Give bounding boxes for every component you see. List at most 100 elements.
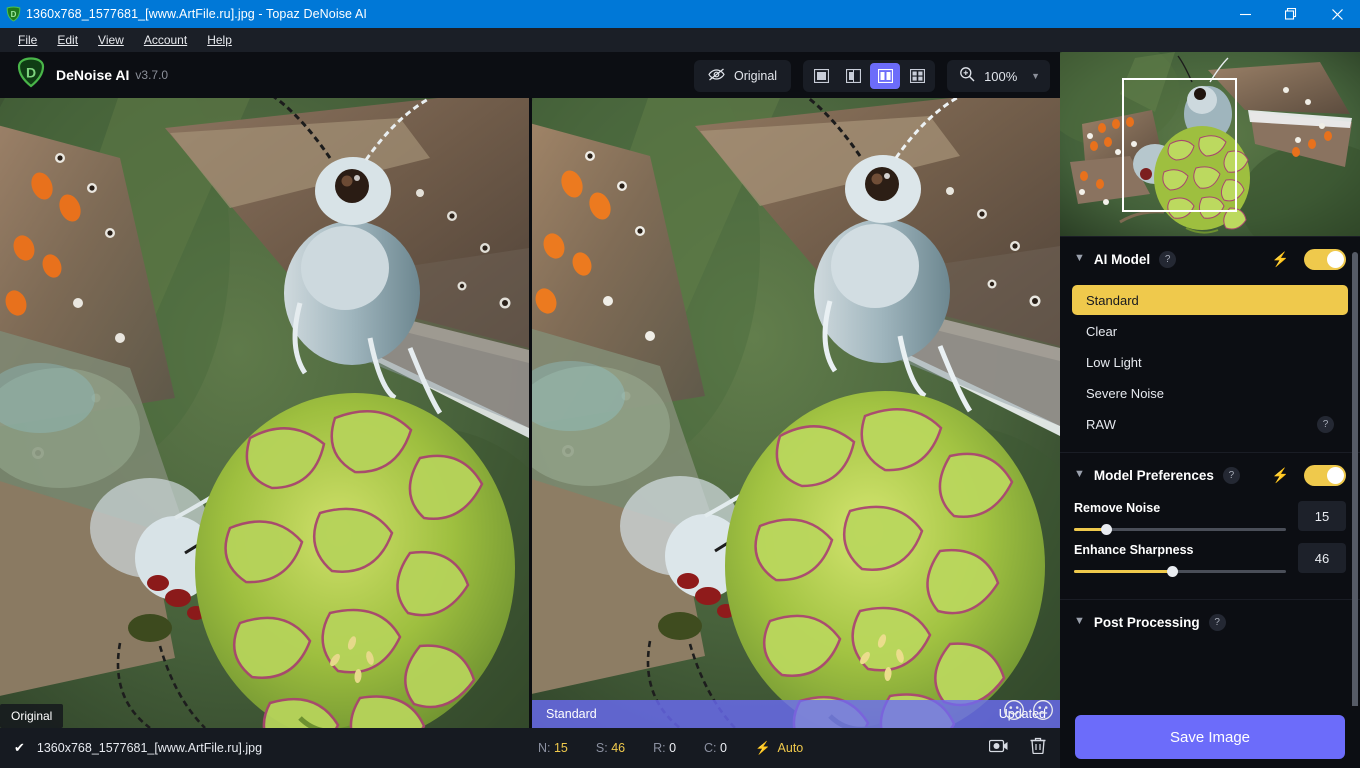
processed-info-bar: Standard Updated [532, 700, 1060, 728]
ai-model-header[interactable]: ▼ AI Model ? ⚡ [1060, 237, 1360, 281]
menu-account-label: Account [144, 33, 187, 47]
restore-button[interactable] [1268, 0, 1314, 28]
auto-button[interactable]: ⚡ Auto [755, 741, 803, 756]
minimize-button[interactable] [1222, 0, 1268, 28]
preferences-body: Remove Noise 15 Enhance Sharpness 46 [1060, 497, 1360, 599]
image-viewer: Original [0, 98, 1060, 728]
magnifier-plus-icon [959, 66, 975, 87]
zoom-control[interactable]: 100% ▼ [947, 60, 1050, 92]
enhance-sharpness-slider[interactable] [1074, 570, 1286, 573]
smiley-neutral-icon[interactable] [1032, 699, 1054, 726]
view-mode-grid[interactable] [902, 63, 932, 89]
model-option-low-light[interactable]: Low Light [1072, 347, 1348, 377]
svg-text:D: D [10, 10, 16, 19]
trash-delete-icon[interactable] [1030, 737, 1046, 759]
enhance-sharpness-value[interactable]: 46 [1298, 543, 1346, 573]
post-processing-header[interactable]: ▼ Post Processing ? [1060, 600, 1360, 644]
auto-label: Auto [778, 741, 804, 755]
model-option-severe-noise[interactable]: Severe Noise [1072, 378, 1348, 408]
help-icon[interactable]: ? [1159, 251, 1176, 268]
menu-help[interactable]: Help [197, 30, 242, 50]
menu-file[interactable]: File [8, 30, 47, 50]
toolbar-controls: Original 100% ▼ [694, 60, 1050, 92]
help-icon[interactable]: ? [1223, 467, 1240, 484]
save-bar: Save Image [1060, 706, 1360, 768]
model-preferences-header[interactable]: ▼ Model Preferences ? ⚡ [1060, 453, 1360, 497]
model-preferences-toggle[interactable] [1304, 465, 1346, 486]
window-title-bar: D 1360x768_1577681_[www.ArtFile.ru].jpg … [0, 0, 1360, 28]
shield-d-logo-icon: D [16, 57, 46, 93]
model-option-clear[interactable]: Clear [1072, 316, 1348, 346]
chevron-down-icon[interactable]: ▼ [1031, 71, 1040, 81]
model-preferences-title: Model Preferences [1094, 468, 1214, 483]
menu-bar: File Edit View Account Help [0, 28, 1360, 52]
help-icon[interactable]: ? [1209, 614, 1226, 631]
model-option-raw[interactable]: RAW ? [1072, 409, 1348, 439]
metric-color-key: C: [704, 741, 717, 755]
viewer-pane-processed[interactable]: Standard Updated [532, 98, 1060, 728]
metric-sharpness: S: 46 [596, 741, 625, 755]
menu-help-label: Help [207, 33, 232, 47]
view-mode-single[interactable] [806, 63, 836, 89]
metric-noise-value: 15 [554, 741, 568, 755]
section-post-processing: ▼ Post Processing ? [1060, 599, 1360, 644]
menu-edit[interactable]: Edit [47, 30, 88, 50]
remove-noise-label: Remove Noise [1074, 501, 1286, 515]
smiley-happy-icon[interactable] [1003, 699, 1025, 726]
status-file[interactable]: ✔ 1360x768_1577681_[www.ArtFile.ru].jpg [0, 740, 262, 756]
menu-view-label: View [98, 33, 124, 47]
window-title-text: 1360x768_1577681_[www.ArtFile.ru].jpg - … [26, 7, 367, 21]
panel-scrollbar[interactable] [1352, 252, 1358, 712]
model-label: Clear [1086, 324, 1117, 339]
viewer-original-tag: Original [0, 704, 63, 728]
original-toggle-label: Original [734, 69, 777, 83]
chevron-down-icon[interactable]: ▼ [1074, 615, 1085, 627]
viewer-pane-original[interactable]: Original [0, 98, 529, 728]
svg-text:D: D [26, 65, 36, 81]
camera-capture-icon[interactable] [989, 739, 1008, 758]
brand: D DeNoise AI v3.7.0 [10, 57, 168, 93]
enhance-sharpness-label: Enhance Sharpness [1074, 543, 1286, 557]
navigator-viewport-rect[interactable] [1122, 78, 1237, 212]
save-image-button[interactable]: Save Image [1075, 715, 1345, 759]
model-label: RAW [1086, 417, 1116, 432]
slider-row-enhance-sharpness: Enhance Sharpness 46 [1074, 543, 1346, 573]
model-option-standard[interactable]: Standard [1072, 285, 1348, 315]
metric-color-value: 0 [720, 741, 727, 755]
window-controls [1222, 0, 1360, 28]
original-toggle-button[interactable]: Original [694, 60, 791, 92]
menu-account[interactable]: Account [134, 30, 197, 50]
brand-version: v3.7.0 [135, 68, 168, 82]
close-button[interactable] [1314, 0, 1360, 28]
slider-knob[interactable] [1167, 566, 1178, 577]
menu-file-label: File [18, 33, 37, 47]
raw-help-icon[interactable]: ? [1317, 416, 1334, 433]
ai-model-list: Standard Clear Low Light Severe Noise RA… [1060, 281, 1360, 452]
navigator-preview[interactable] [1060, 52, 1360, 236]
checkmark-icon: ✔ [14, 740, 25, 756]
ai-model-toggle[interactable] [1304, 249, 1346, 270]
remove-noise-slider[interactable] [1074, 528, 1286, 531]
metric-sharpness-value: 46 [611, 741, 625, 755]
chevron-down-icon[interactable]: ▼ [1074, 252, 1085, 264]
app-icon: D [0, 0, 26, 28]
slider-left-enhance-sharpness: Enhance Sharpness [1074, 543, 1298, 573]
chevron-down-icon[interactable]: ▼ [1074, 468, 1085, 480]
metric-noise-key: N: [538, 741, 551, 755]
view-mode-split[interactable] [838, 63, 868, 89]
slider-knob[interactable] [1101, 524, 1112, 535]
processed-photo [532, 98, 1060, 728]
section-model-preferences: ▼ Model Preferences ? ⚡ Remove Noise 15 [1060, 452, 1360, 599]
view-mode-side-by-side[interactable] [870, 63, 900, 89]
metric-recover-value: 0 [669, 741, 676, 755]
remove-noise-value[interactable]: 15 [1298, 501, 1346, 531]
toggle-knob [1327, 467, 1344, 484]
metric-recover-key: R: [653, 741, 666, 755]
slider-left-remove-noise: Remove Noise [1074, 501, 1298, 531]
menu-view[interactable]: View [88, 30, 134, 50]
ai-model-title: AI Model [1094, 252, 1150, 267]
metric-color: C: 0 [704, 741, 727, 755]
section-ai-model: ▼ AI Model ? ⚡ Standard Clear Low Light … [1060, 236, 1360, 452]
zoom-level-value: 100% [984, 69, 1022, 84]
settings-panel: ▼ AI Model ? ⚡ Standard Clear Low Light … [1060, 52, 1360, 768]
